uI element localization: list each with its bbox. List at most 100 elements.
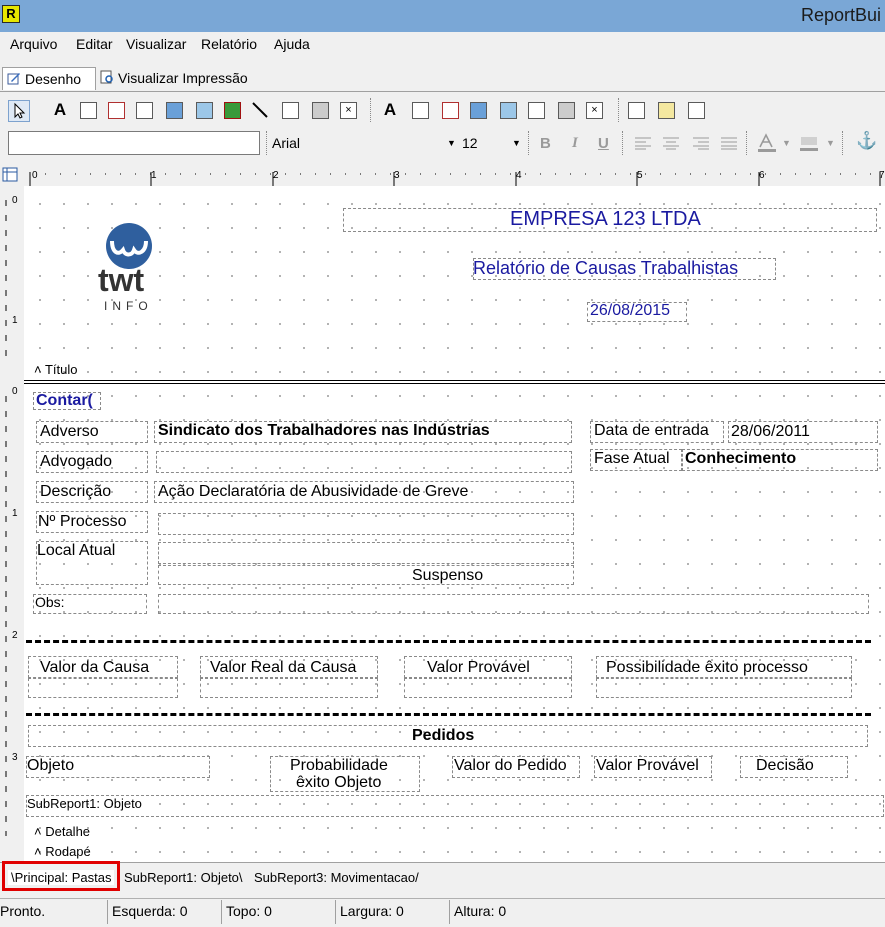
tab-subreport3-label: SubReport3: Movimentacao	[254, 870, 416, 885]
chevron-down-icon[interactable]: ▼	[512, 138, 521, 148]
company-name: EMPRESA 123 LTDA	[510, 208, 701, 230]
tab-subreport1-label: SubReport1: Objeto	[124, 870, 239, 885]
tab-desenho-label: Desenho	[25, 71, 82, 87]
possibilidade-label: Possibilidade êxito processo	[606, 659, 808, 676]
toolbar-separator	[528, 131, 531, 155]
table-tool-icon[interactable]	[626, 100, 646, 120]
status-divider	[449, 900, 450, 924]
highlight-box	[2, 861, 120, 891]
menu-relatorio[interactable]: Relatório	[201, 36, 257, 52]
subreport-tool-icon[interactable]	[310, 100, 330, 120]
crosstab-tool-icon[interactable]: ×	[338, 100, 358, 120]
obs-label: Obs:	[35, 594, 65, 610]
title-bar	[0, 0, 885, 33]
adverso-label: Adverso	[40, 423, 99, 440]
font-select[interactable]: Arial	[272, 133, 458, 153]
separator-line[interactable]	[26, 713, 871, 716]
align-right-icon[interactable]	[692, 136, 710, 150]
anchor-icon[interactable]: ⚓	[856, 131, 877, 151]
variable-tool-icon[interactable]	[164, 100, 184, 120]
image-tool-icon[interactable]	[194, 100, 214, 120]
chevron-down-icon[interactable]: ▼	[447, 138, 456, 148]
db-calc-tool-icon[interactable]	[468, 100, 488, 120]
line-tool-icon[interactable]	[250, 100, 270, 120]
toolbar-separator	[622, 131, 625, 155]
band-detalhe-label[interactable]: ˄ Detalhe	[34, 824, 90, 839]
valor-real-value-box[interactable]	[200, 678, 378, 698]
select-arrow-icon[interactable]	[8, 100, 30, 122]
highlight-color-icon[interactable]	[798, 133, 822, 153]
menu-visualizar[interactable]: Visualizar	[126, 36, 186, 52]
local-value-box[interactable]	[158, 542, 574, 564]
db-text-tool-icon[interactable]	[526, 100, 546, 120]
pedidos-title: Pedidos	[412, 727, 475, 744]
db-richtext-tool-icon[interactable]	[440, 100, 460, 120]
system-var-tool-icon[interactable]	[134, 100, 154, 120]
counter-text: Contar(	[36, 392, 93, 409]
probabilidade-line1: Probabilidade	[290, 757, 388, 774]
status-altura: Altura: 0	[454, 903, 507, 919]
valor-provavel-value-box[interactable]	[404, 678, 572, 698]
chevron-down-icon[interactable]: ▼	[826, 138, 835, 148]
subreport-box[interactable]	[26, 795, 884, 817]
label-tool-icon[interactable]: A	[50, 100, 70, 120]
page-tool-icon[interactable]	[686, 100, 706, 120]
subreport-label: SubReport1: Objeto	[27, 796, 142, 811]
menu-ajuda[interactable]: Ajuda	[274, 36, 310, 52]
tab-subreport3[interactable]: SubReport3: Movimentacao/	[254, 870, 419, 885]
processo-value-box[interactable]	[158, 513, 574, 535]
band-titulo-label[interactable]: ˄ Título	[34, 362, 77, 377]
suspenso-label: Suspenso	[412, 567, 484, 584]
tab-subreport1[interactable]: SubReport1: Objeto\	[124, 870, 243, 885]
toolbar-separator	[266, 131, 269, 155]
obs-value-box[interactable]	[158, 594, 869, 614]
processo-label: Nº Processo	[38, 513, 127, 530]
toolbar-separator	[842, 131, 845, 155]
tab-desenho[interactable]: Desenho	[2, 67, 96, 90]
bold-button[interactable]: B	[540, 135, 551, 152]
app-icon: R	[2, 5, 20, 23]
tab-visualizar-impressao[interactable]: Visualizar Impressão	[96, 67, 274, 89]
toolbar-separator	[746, 131, 749, 155]
underline-button[interactable]: U	[598, 135, 609, 152]
company-logo[interactable]: twt INFO	[92, 222, 168, 314]
style-select[interactable]	[8, 131, 260, 155]
memo-tool-icon[interactable]	[78, 100, 98, 120]
richtext-tool-icon[interactable]	[106, 100, 126, 120]
db-image-tool-icon[interactable]	[498, 100, 518, 120]
align-center-icon[interactable]	[662, 136, 680, 150]
font-color-icon[interactable]	[756, 133, 778, 153]
advogado-value-box[interactable]	[156, 451, 572, 473]
db-barcode-tool-icon[interactable]	[556, 100, 576, 120]
band-rodape-label[interactable]: ˄ Rodapé	[34, 844, 91, 859]
font-value: Arial	[272, 135, 301, 151]
print-preview-icon	[100, 70, 113, 84]
italic-button[interactable]: I	[572, 135, 578, 152]
band-divider	[24, 383, 885, 384]
db-label-tool-icon[interactable]: A	[380, 100, 400, 120]
align-justify-icon[interactable]	[720, 136, 738, 150]
db-memo-tool-icon[interactable]	[410, 100, 430, 120]
chevron-down-icon[interactable]: ▼	[782, 138, 791, 148]
data-entrada-label: Data de entrada	[594, 422, 709, 439]
suspenso-box[interactable]	[158, 565, 574, 585]
separator-line[interactable]	[26, 640, 871, 643]
valor-causa-value-box[interactable]	[28, 678, 178, 698]
menu-editar[interactable]: Editar	[76, 36, 113, 52]
valor-provavel2-label: Valor Provável	[596, 757, 699, 774]
valor-real-label: Valor Real da Causa	[210, 659, 357, 676]
grid-tool-icon[interactable]	[656, 100, 676, 120]
tab-visualizar-label: Visualizar Impressão	[118, 70, 248, 86]
possibilidade-value-box[interactable]	[596, 678, 852, 698]
window-title: ReportBui	[800, 5, 881, 25]
region-tool-icon[interactable]	[280, 100, 300, 120]
db-checkbox-tool-icon[interactable]: ×	[584, 100, 604, 120]
menu-arquivo[interactable]: Arquivo	[10, 36, 57, 52]
align-left-icon[interactable]	[634, 136, 652, 150]
advogado-label: Advogado	[40, 453, 113, 470]
band-divider[interactable]	[24, 380, 885, 381]
ruler-toggle-icon[interactable]	[2, 167, 20, 183]
status-largura: Largura: 0	[340, 903, 404, 919]
shape-tool-icon[interactable]	[222, 100, 242, 120]
valor-provavel-label: Valor Provável	[427, 659, 530, 676]
